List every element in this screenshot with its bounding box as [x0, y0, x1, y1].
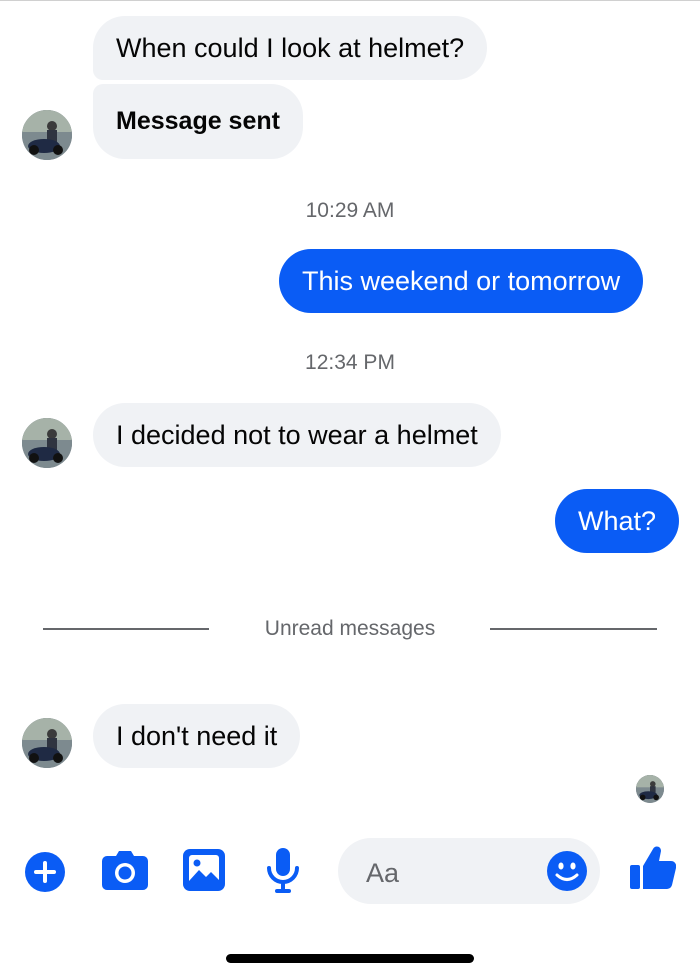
microphone-icon[interactable] [266, 848, 300, 894]
contact-avatar[interactable] [22, 718, 72, 768]
incoming-message-bubble[interactable]: When could I look at helmet? [93, 16, 488, 80]
message-text: Message sent [116, 107, 280, 135]
outgoing-message-bubble[interactable]: What? [555, 489, 680, 553]
status-divider [0, 0, 700, 1]
message-input[interactable]: Aa [338, 838, 600, 904]
contact-avatar[interactable] [22, 110, 72, 160]
incoming-message-bubble[interactable]: I don't need it [93, 704, 301, 768]
plus-icon[interactable] [24, 851, 66, 893]
image-icon[interactable] [183, 849, 225, 891]
timestamp: 10:29 AM [305, 199, 395, 222]
home-indicator [226, 954, 474, 963]
message-input-placeholder: Aa [366, 858, 400, 888]
message-text: What? [578, 505, 657, 536]
emoji-icon[interactable] [546, 850, 588, 892]
read-receipt-avatar [636, 775, 664, 803]
unread-divider-line-right [490, 628, 657, 630]
message-text: I decided not to wear a helmet [116, 419, 478, 450]
incoming-message-bubble[interactable]: Message sent [93, 84, 303, 159]
timestamp: 12:34 PM [305, 351, 395, 374]
message-text: When could I look at helmet? [116, 32, 465, 63]
message-text: I don't need it [116, 720, 278, 751]
incoming-message-bubble[interactable]: I decided not to wear a helmet [93, 403, 501, 467]
outgoing-message-bubble[interactable]: This weekend or tomorrow [279, 249, 644, 313]
contact-avatar[interactable] [22, 418, 72, 468]
thumbs-up-icon[interactable] [630, 845, 676, 891]
camera-icon[interactable] [102, 850, 148, 890]
message-text: This weekend or tomorrow [302, 265, 621, 296]
